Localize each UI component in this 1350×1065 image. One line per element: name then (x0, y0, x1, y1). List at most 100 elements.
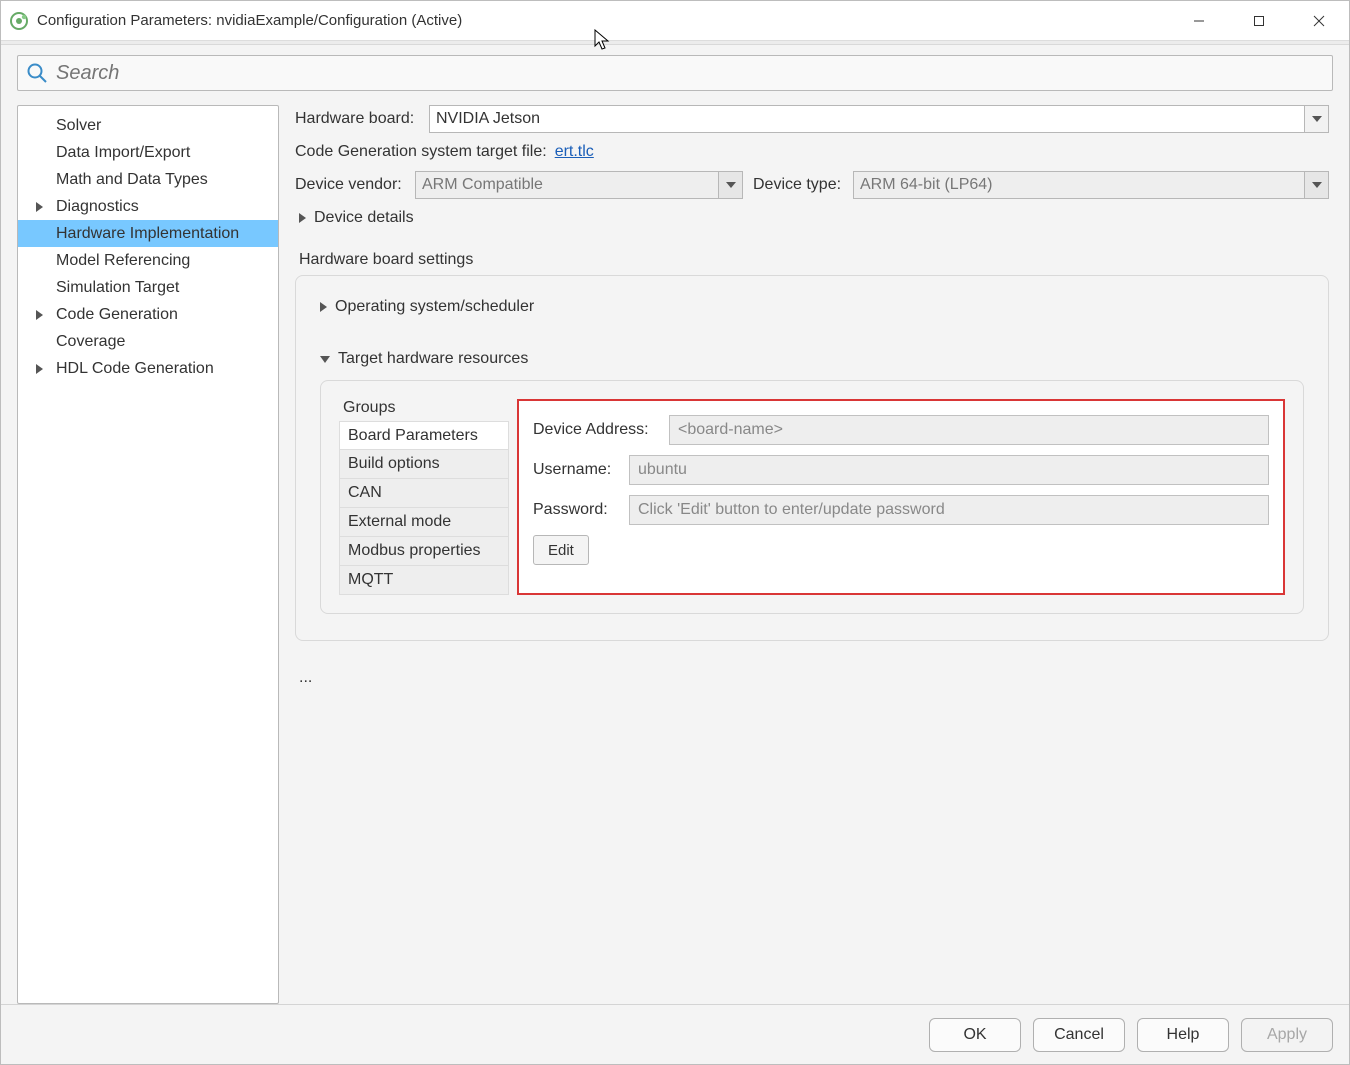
tree-item-math-data-types[interactable]: Math and Data Types (18, 166, 278, 193)
device-row: Device vendor: ARM Compatible Device typ… (295, 171, 1329, 199)
device-address-input[interactable]: <board-name> (669, 415, 1269, 445)
search-input[interactable] (54, 56, 1332, 90)
chevron-down-icon (1312, 182, 1322, 188)
tree-item-label: Code Generation (56, 306, 178, 324)
cancel-button[interactable]: Cancel (1033, 1018, 1125, 1052)
group-label: CAN (348, 484, 382, 502)
tree-item-diagnostics[interactable]: Diagnostics (18, 193, 278, 220)
device-address-label: Device Address: (533, 421, 669, 439)
os-scheduler-toggle[interactable]: Operating system/scheduler (320, 298, 1304, 316)
group-external-mode[interactable]: External mode (339, 508, 509, 537)
tree-item-coverage[interactable]: Coverage (18, 328, 278, 355)
username-input[interactable]: ubuntu (629, 455, 1269, 485)
device-address-row: Device Address: <board-name> (533, 415, 1269, 445)
close-button[interactable] (1289, 1, 1349, 41)
dropdown-button[interactable] (718, 172, 742, 198)
tree-item-label: Solver (56, 117, 101, 135)
hardware-board-settings-box: Operating system/scheduler Target hardwa… (295, 275, 1329, 641)
tree-item-label: Simulation Target (56, 279, 179, 297)
window-title: Configuration Parameters: nvidiaExample/… (37, 12, 462, 29)
more-indicator: ... (295, 669, 1329, 687)
tree-item-data-import-export[interactable]: Data Import/Export (18, 139, 278, 166)
group-modbus-properties[interactable]: Modbus properties (339, 537, 509, 566)
os-scheduler-label: Operating system/scheduler (335, 298, 534, 316)
search-row (1, 45, 1349, 91)
expand-icon[interactable] (36, 310, 43, 320)
device-vendor-value: ARM Compatible (416, 176, 543, 194)
device-details-toggle[interactable]: Device details (299, 209, 1329, 227)
groups-header: Groups (339, 399, 509, 421)
device-vendor-select[interactable]: ARM Compatible (415, 171, 743, 199)
codegen-target-row: Code Generation system target file: ert.… (295, 143, 1329, 161)
hardware-implementation-panel: Hardware board: NVIDIA Jetson Code Gener… (295, 105, 1333, 1004)
group-label: Build options (348, 455, 440, 473)
chevron-down-icon (726, 182, 736, 188)
search-icon (26, 62, 48, 84)
tree-item-label: HDL Code Generation (56, 360, 214, 378)
category-tree[interactable]: Solver Data Import/Export Math and Data … (17, 105, 279, 1004)
password-row: Password: Click 'Edit' button to enter/u… (533, 495, 1269, 525)
group-mqtt[interactable]: MQTT (339, 566, 509, 595)
tree-item-simulation-target[interactable]: Simulation Target (18, 274, 278, 301)
tree-item-label: Data Import/Export (56, 144, 190, 162)
target-hw-resources-label: Target hardware resources (338, 350, 528, 368)
tree-item-model-referencing[interactable]: Model Referencing (18, 247, 278, 274)
tree-item-label: Math and Data Types (56, 171, 208, 189)
device-address-value: <board-name> (678, 421, 783, 439)
group-label: Modbus properties (348, 542, 481, 560)
chevron-right-icon (320, 302, 327, 312)
expand-icon[interactable] (36, 202, 43, 212)
group-can[interactable]: CAN (339, 479, 509, 508)
main-area: Solver Data Import/Export Math and Data … (1, 91, 1349, 1004)
hardware-board-select[interactable]: NVIDIA Jetson (429, 105, 1329, 133)
target-hw-resources-toggle[interactable]: Target hardware resources (320, 350, 1304, 368)
password-input[interactable]: Click 'Edit' button to enter/update pass… (629, 495, 1269, 525)
tree-item-solver[interactable]: Solver (18, 112, 278, 139)
group-label: Board Parameters (348, 427, 478, 445)
expand-icon[interactable] (36, 364, 43, 374)
window-controls (1169, 1, 1349, 41)
device-type-select[interactable]: ARM 64-bit (LP64) (853, 171, 1329, 199)
tree-item-label: Model Referencing (56, 252, 190, 270)
dialog-button-bar: OK Cancel Help Apply (1, 1004, 1349, 1064)
device-details-label: Device details (314, 209, 414, 227)
tree-item-code-generation[interactable]: Code Generation (18, 301, 278, 328)
codegen-label: Code Generation system target file: (295, 143, 547, 161)
target-hw-resources-box: Groups Board Parameters Build options CA… (320, 380, 1304, 614)
tree-item-hdl-code-generation[interactable]: HDL Code Generation (18, 355, 278, 382)
group-build-options[interactable]: Build options (339, 450, 509, 479)
hardware-board-label: Hardware board: (295, 110, 429, 128)
username-label: Username: (533, 461, 629, 479)
codegen-target-link[interactable]: ert.tlc (555, 143, 594, 161)
device-type-label: Device type: (753, 176, 853, 194)
groups-list: Groups Board Parameters Build options CA… (339, 399, 509, 595)
chevron-right-icon (299, 213, 306, 223)
chevron-down-icon (320, 356, 330, 363)
app-icon (9, 11, 29, 31)
tree-item-label: Hardware Implementation (56, 225, 239, 243)
tree-item-hardware-implementation[interactable]: Hardware Implementation (18, 220, 278, 247)
password-label: Password: (533, 501, 629, 519)
help-button[interactable]: Help (1137, 1018, 1229, 1052)
hardware-board-row: Hardware board: NVIDIA Jetson (295, 105, 1329, 133)
username-value: ubuntu (638, 461, 687, 479)
minimize-button[interactable] (1169, 1, 1229, 41)
ok-button[interactable]: OK (929, 1018, 1021, 1052)
tree-item-label: Coverage (56, 333, 125, 351)
group-board-parameters[interactable]: Board Parameters (339, 421, 509, 450)
group-label: MQTT (348, 571, 393, 589)
apply-button[interactable]: Apply (1241, 1018, 1333, 1052)
hw-settings-header: Hardware board settings (299, 251, 1329, 269)
password-value: Click 'Edit' button to enter/update pass… (638, 501, 945, 519)
hardware-board-value: NVIDIA Jetson (430, 110, 540, 128)
device-vendor-label: Device vendor: (295, 176, 415, 194)
edit-password-button[interactable]: Edit (533, 535, 589, 565)
username-row: Username: ubuntu (533, 455, 1269, 485)
search-box[interactable] (17, 55, 1333, 91)
tree-item-label: Diagnostics (56, 198, 139, 216)
group-label: External mode (348, 513, 451, 531)
title-bar: Configuration Parameters: nvidiaExample/… (1, 1, 1349, 41)
dropdown-button[interactable] (1304, 106, 1328, 132)
dropdown-button[interactable] (1304, 172, 1328, 198)
maximize-button[interactable] (1229, 1, 1289, 41)
